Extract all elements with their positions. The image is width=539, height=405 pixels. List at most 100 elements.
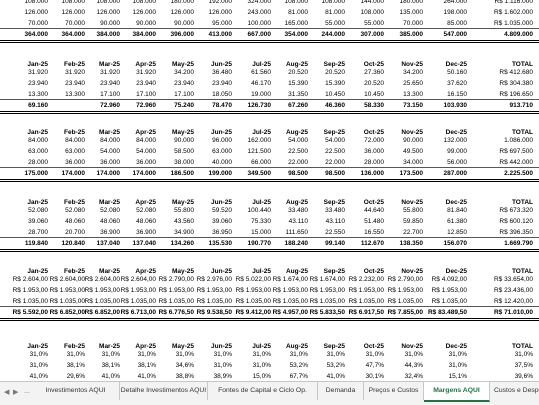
table-cell[interactable]: 25.650 — [383, 78, 423, 89]
table-cell[interactable]: 98.500 — [305, 168, 345, 179]
table-cell[interactable]: 84.000 — [116, 135, 156, 146]
table-cell[interactable]: 84.000 — [80, 135, 120, 146]
table-cell[interactable]: 156.070 — [427, 238, 468, 249]
sheet-tab[interactable]: Margens AQUI — [424, 382, 490, 402]
table-cell[interactable]: R$ 600.120 — [493, 216, 533, 227]
table-cell[interactable]: 108.000 — [344, 7, 385, 18]
table-cell[interactable]: R$ 2.790,00 — [383, 274, 423, 285]
table-cell[interactable]: 112.670 — [344, 238, 384, 249]
table-cell[interactable]: R$ 6.852,00 — [80, 307, 120, 318]
table-cell[interactable]: R$ 412.680 — [493, 67, 533, 78]
table-cell[interactable]: 354.000 — [268, 29, 309, 40]
table-cell[interactable]: 190.770 — [231, 238, 272, 249]
table-cell[interactable]: 119.840 — [8, 238, 48, 249]
table-cell[interactable]: 37,5% — [493, 360, 533, 371]
table-cell[interactable]: R$ 9.538,50 — [192, 307, 232, 318]
table-cell[interactable]: 51.480 — [344, 216, 384, 227]
sheet-tab[interactable]: Fontes de Capital e Ciclo Op. — [208, 382, 318, 400]
table-cell[interactable]: 31,0% — [493, 349, 533, 360]
table-cell[interactable]: 126.000 — [154, 7, 195, 18]
table-cell[interactable]: 34.200 — [383, 67, 423, 78]
table-cell[interactable]: 23.940 — [45, 78, 85, 89]
table-cell[interactable]: 31,0% — [427, 360, 467, 371]
table-cell[interactable]: 23.940 — [80, 78, 120, 89]
table-cell[interactable]: 39.060 — [8, 216, 48, 227]
table-cell[interactable]: 54.000 — [80, 146, 120, 157]
table-cell[interactable]: 136.000 — [344, 168, 385, 179]
table-cell[interactable]: 23.940 — [192, 78, 232, 89]
table-cell[interactable]: R$ 71.010,00 — [493, 307, 533, 318]
table-cell[interactable]: 396.000 — [154, 29, 195, 40]
table-cell[interactable]: 138.350 — [383, 238, 424, 249]
table-cell[interactable]: 90.000 — [383, 135, 423, 146]
table-cell[interactable]: R$ 2.604,00 — [8, 274, 48, 285]
table-cell[interactable]: 180.000 — [154, 0, 195, 7]
table-cell[interactable]: 137.040 — [80, 238, 121, 249]
table-cell[interactable]: R$ 6.713,00 — [116, 307, 156, 318]
table-cell[interactable]: 96.000 — [192, 135, 232, 146]
table-cell[interactable]: 67,7% — [268, 371, 308, 381]
table-cell[interactable]: R$ 2.604,00 — [116, 274, 156, 285]
table-cell[interactable]: R$ 2.232,00 — [344, 274, 384, 285]
table-cell[interactable]: 15.390 — [305, 78, 345, 89]
table-cell[interactable]: 52.080 — [116, 205, 156, 216]
table-cell[interactable]: 67.260 — [268, 100, 308, 111]
table-cell[interactable]: 59.850 — [383, 216, 423, 227]
table-cell[interactable]: 108.000 — [268, 0, 309, 7]
table-cell[interactable]: 29,6% — [45, 371, 85, 381]
tab-scroll-left-icon[interactable]: ◀ — [4, 388, 9, 396]
table-cell[interactable]: 31.920 — [116, 67, 156, 78]
table-cell[interactable]: 61.380 — [427, 216, 467, 227]
table-cell[interactable]: 384.000 — [116, 29, 157, 40]
table-cell[interactable]: 73.150 — [383, 100, 423, 111]
table-cell[interactable]: R$ 1.953,00 — [427, 285, 467, 296]
table-cell[interactable]: 31,0% — [231, 360, 271, 371]
table-cell[interactable]: R$ 1.674,00 — [268, 274, 308, 285]
table-cell[interactable]: 243.000 — [231, 7, 272, 18]
table-cell[interactable]: 913.710 — [493, 100, 534, 111]
table-cell[interactable]: 55.800 — [383, 205, 423, 216]
table-cell[interactable]: 413.000 — [192, 29, 233, 40]
spreadsheet-grid[interactable]: 108.000 108.000 108.000 108.000 180.000 192.0… — [0, 0, 539, 381]
table-cell[interactable]: 52.080 — [80, 205, 120, 216]
table-cell[interactable]: 41,0% — [116, 371, 156, 381]
table-cell[interactable]: 31,0% — [268, 349, 308, 360]
table-cell[interactable]: 100.440 — [231, 205, 272, 216]
table-cell[interactable]: 41,0% — [80, 371, 120, 381]
table-cell[interactable]: 72.960 — [116, 100, 156, 111]
table-cell[interactable]: 69.160 — [8, 100, 48, 111]
table-cell[interactable]: R$ 33.654,00 — [493, 274, 533, 285]
sheet-tab[interactable]: Demanda — [318, 382, 364, 400]
table-cell[interactable]: 55.800 — [154, 205, 194, 216]
table-cell[interactable]: 38,1% — [116, 360, 156, 371]
table-cell[interactable]: 31,0% — [8, 360, 48, 371]
table-cell[interactable]: R$ 5.833,50 — [305, 307, 345, 318]
table-cell[interactable]: 108.000 — [116, 0, 157, 7]
table-cell[interactable]: R$ 1.953,00 — [116, 285, 156, 296]
table-cell[interactable]: 23.940 — [154, 78, 194, 89]
table-cell[interactable]: 30,1% — [344, 371, 384, 381]
sheet-tab[interactable]: Investimentos AQUI — [32, 382, 120, 400]
table-cell[interactable]: 15,1% — [427, 371, 467, 381]
table-cell[interactable]: 174.000 — [45, 168, 86, 179]
table-cell[interactable]: 34.200 — [154, 67, 194, 78]
table-cell[interactable]: 36.000 — [344, 146, 384, 157]
table-cell[interactable]: R$ 1.953,00 — [45, 285, 85, 296]
table-cell[interactable]: 31,0% — [45, 349, 85, 360]
table-cell[interactable]: R$ 1.116.000 — [493, 0, 533, 7]
table-cell[interactable]: 126.000 — [80, 7, 121, 18]
table-cell[interactable]: 31,0% — [344, 349, 384, 360]
table-cell[interactable]: 49.500 — [383, 146, 423, 157]
table-cell[interactable]: 31,0% — [192, 360, 232, 371]
table-cell[interactable]: 126.000 — [45, 7, 86, 18]
table-cell[interactable]: 349.500 — [231, 168, 272, 179]
table-cell[interactable]: 52.080 — [8, 205, 48, 216]
table-cell[interactable]: 53,2% — [305, 360, 345, 371]
table-cell[interactable]: 44,3% — [383, 360, 423, 371]
table-cell[interactable]: 126.730 — [231, 100, 272, 111]
table-cell[interactable]: 175.000 — [8, 168, 49, 179]
table-cell[interactable]: 31,0% — [80, 349, 120, 360]
table-cell[interactable]: 126.000 — [8, 7, 49, 18]
table-cell[interactable]: R$ 5.592,00 — [8, 307, 48, 318]
table-cell[interactable]: 84.000 — [8, 135, 48, 146]
